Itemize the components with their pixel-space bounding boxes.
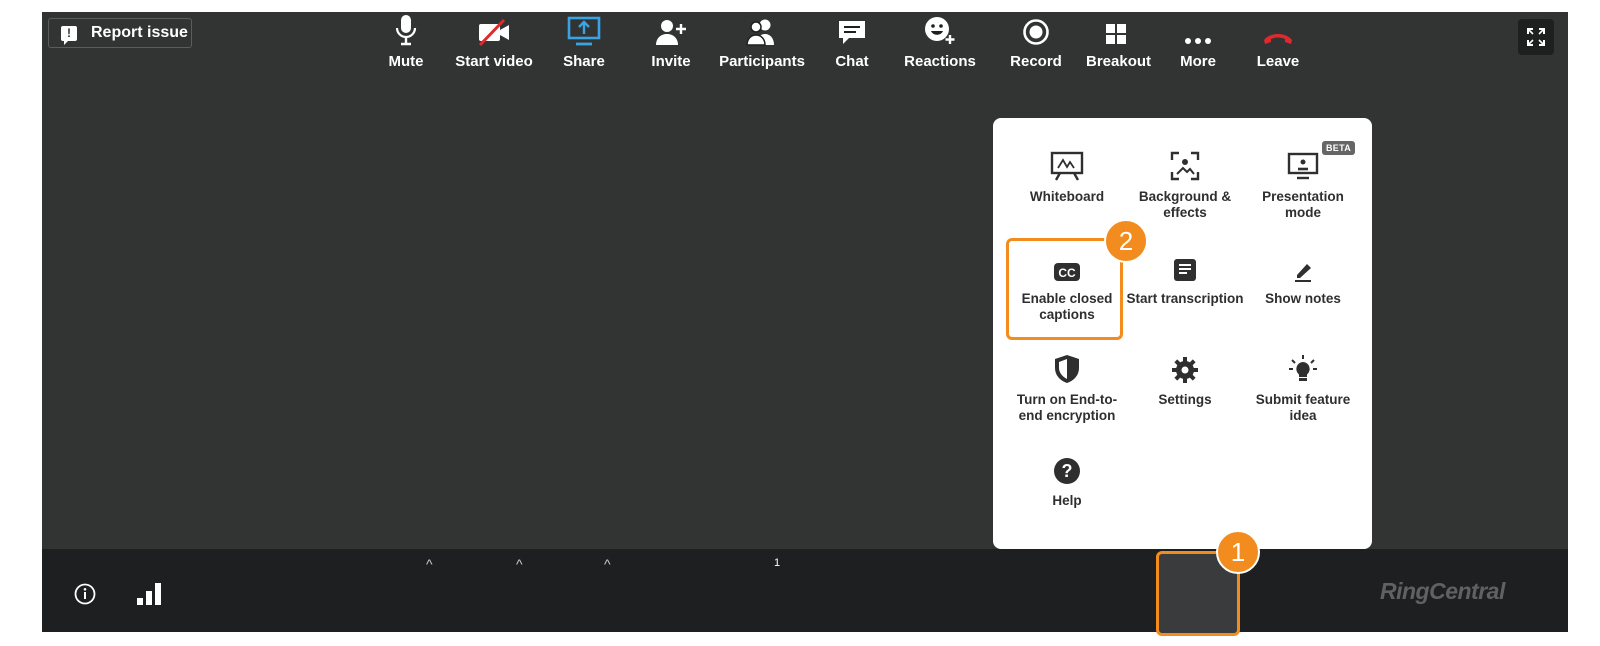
menu-item-submit-feature-idea[interactable]: Submit feature idea xyxy=(1244,350,1362,424)
menu-item-presentation-mode[interactable]: Presentation mode xyxy=(1244,147,1362,221)
share-screen-icon xyxy=(558,0,610,46)
svg-text:?: ? xyxy=(1062,461,1073,481)
step-2-badge: 2 xyxy=(1104,219,1148,263)
mute-button[interactable]: Mute xyxy=(380,0,432,83)
help-icon: ? xyxy=(1008,451,1126,485)
highlight-closed-captions xyxy=(1006,238,1123,340)
info-button[interactable] xyxy=(74,583,96,610)
participants-label: Participants xyxy=(719,53,805,70)
add-person-icon xyxy=(645,0,697,46)
start-video-label: Start video xyxy=(455,53,533,70)
signal-strength-icon xyxy=(137,583,161,605)
menu-item-end-to-end-encryption[interactable]: Turn on End-to-end encryption xyxy=(1008,350,1126,424)
microphone-icon xyxy=(380,0,432,46)
menu-item-label: Settings xyxy=(1158,392,1212,407)
mute-options-chevron-icon[interactable]: ^ xyxy=(426,556,433,572)
menu-item-settings[interactable]: Settings xyxy=(1126,350,1244,408)
meeting-toolbar xyxy=(42,549,1568,632)
share-options-chevron-icon[interactable]: ^ xyxy=(604,556,611,572)
menu-item-whiteboard[interactable]: Whiteboard xyxy=(1008,147,1126,205)
menu-item-label: Turn on End-to-end encryption xyxy=(1016,392,1118,423)
menu-item-label: Help xyxy=(1052,493,1082,508)
chat-label: Chat xyxy=(835,53,869,70)
report-issue-icon: ! xyxy=(61,25,77,45)
leave-button[interactable]: Leave xyxy=(1252,0,1304,83)
network-quality-button[interactable] xyxy=(136,580,162,611)
start-video-button[interactable]: Start video xyxy=(454,0,534,83)
menu-item-label: Whiteboard xyxy=(1029,189,1105,204)
background-effects-icon xyxy=(1126,147,1244,181)
whiteboard-icon xyxy=(1008,147,1126,181)
more-button[interactable]: More xyxy=(1170,0,1226,83)
reactions-label: Reactions xyxy=(904,53,976,70)
menu-item-label: Submit feature idea xyxy=(1255,392,1351,423)
share-label: Share xyxy=(563,53,605,70)
video-options-chevron-icon[interactable]: ^ xyxy=(516,556,523,572)
reactions-button[interactable]: Reactions xyxy=(900,0,980,83)
record-icon xyxy=(1010,0,1062,46)
notes-icon xyxy=(1244,249,1362,283)
step-1-badge: 1 xyxy=(1216,530,1260,574)
menu-item-show-notes[interactable]: Show notes xyxy=(1244,249,1362,307)
breakout-rooms-icon xyxy=(1086,0,1146,46)
video-off-icon xyxy=(454,0,534,46)
participants-button[interactable]: Participants xyxy=(718,0,806,83)
transcription-icon xyxy=(1126,249,1244,283)
mute-label: Mute xyxy=(388,53,424,70)
record-label: Record xyxy=(1010,53,1062,70)
fullscreen-icon xyxy=(1527,28,1545,46)
menu-item-start-transcription[interactable]: Start transcription xyxy=(1126,249,1244,307)
report-issue-button[interactable]: ! Report issue xyxy=(48,18,192,48)
participants-count: 1 xyxy=(774,557,781,569)
invite-button[interactable]: Invite xyxy=(645,0,697,83)
menu-item-label: Background & effects xyxy=(1138,189,1232,220)
fullscreen-button[interactable] xyxy=(1518,19,1554,55)
info-icon xyxy=(74,583,96,605)
hang-up-icon xyxy=(1252,0,1304,46)
share-button[interactable]: Share xyxy=(558,0,610,83)
gear-icon xyxy=(1126,350,1244,384)
lightbulb-icon xyxy=(1244,350,1362,384)
emoji-icon xyxy=(900,0,980,46)
record-button[interactable]: Record xyxy=(1010,0,1062,83)
shield-icon xyxy=(1008,350,1126,384)
chat-icon xyxy=(826,0,878,46)
menu-item-background-effects[interactable]: Background & effects xyxy=(1126,147,1244,221)
ringcentral-logo: RingCentral xyxy=(1380,578,1505,604)
breakout-label: Breakout xyxy=(1086,53,1152,70)
more-label: More xyxy=(1180,53,1216,70)
more-dots-icon xyxy=(1170,0,1226,46)
leave-label: Leave xyxy=(1256,53,1300,70)
menu-item-label: Show notes xyxy=(1265,291,1341,306)
menu-item-label: Start transcription xyxy=(1126,291,1244,306)
report-issue-label: Report issue xyxy=(91,24,188,41)
chat-button[interactable]: Chat xyxy=(826,0,878,83)
participants-icon xyxy=(718,0,806,46)
menu-item-label: Presentation mode xyxy=(1262,189,1344,220)
breakout-button[interactable]: Breakout xyxy=(1086,0,1152,83)
beta-badge: BETA xyxy=(1322,141,1356,155)
invite-label: Invite xyxy=(651,53,691,70)
menu-item-help[interactable]: ? Help xyxy=(1008,451,1126,509)
